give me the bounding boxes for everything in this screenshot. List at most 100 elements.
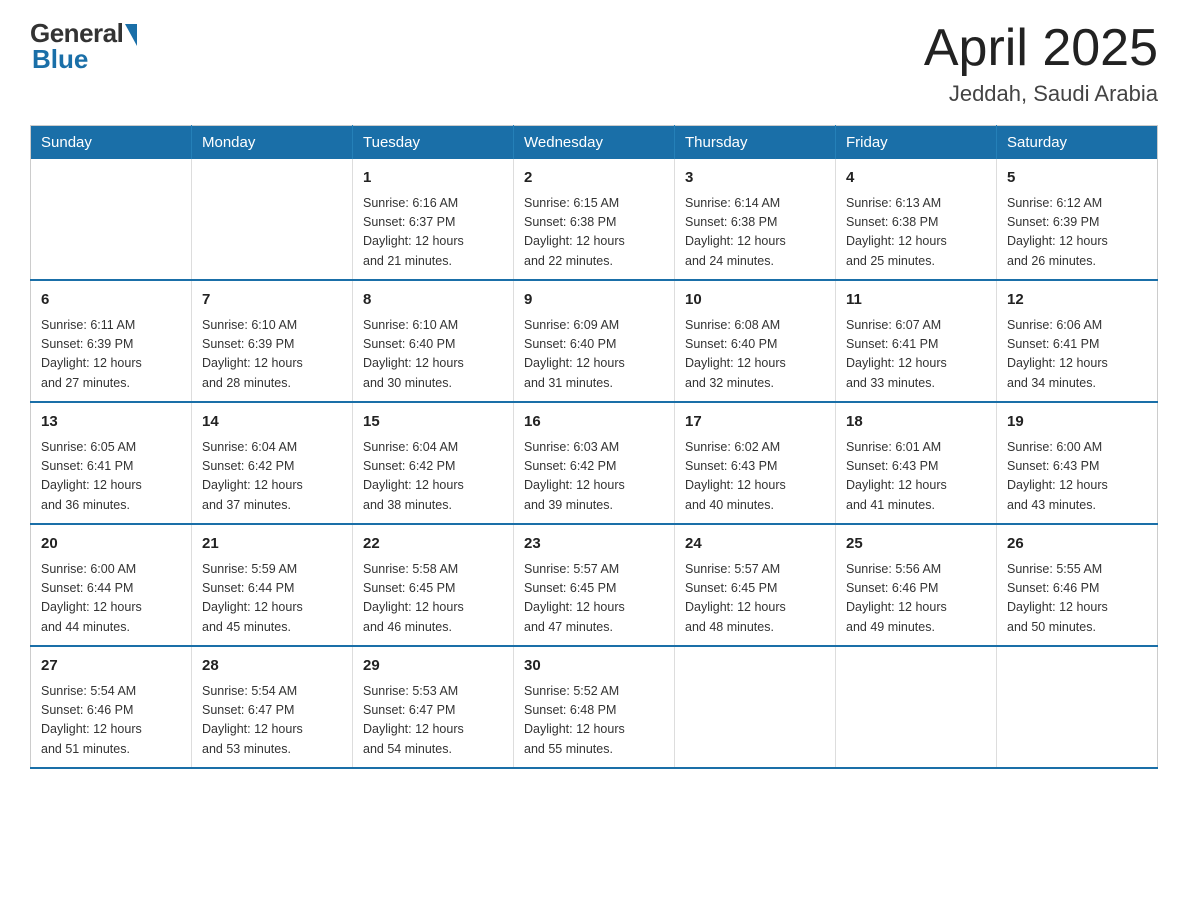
calendar-cell: 11Sunrise: 6:07 AM Sunset: 6:41 PM Dayli…	[836, 280, 997, 402]
day-number: 10	[685, 289, 825, 312]
day-number: 18	[846, 411, 986, 434]
weekday-header-saturday: Saturday	[997, 126, 1158, 160]
day-number: 25	[846, 533, 986, 556]
calendar-cell: 15Sunrise: 6:04 AM Sunset: 6:42 PM Dayli…	[353, 402, 514, 524]
day-info: Sunrise: 6:16 AM Sunset: 6:37 PM Dayligh…	[363, 194, 503, 272]
calendar-week-row: 6 Sunrise: 6:11 AM Sunset: 6:39 PM Daylig…	[31, 280, 1158, 402]
calendar-cell: 2Sunrise: 6:15 AM Sunset: 6:38 PM Daylig…	[514, 159, 675, 280]
calendar-cell: 25 Sunrise: 5:56 AM Sunset: 6:46 PM Dayli…	[836, 524, 997, 646]
day-info: Sunrise: 6:02 AM Sunset: 6:43 PM Dayligh…	[685, 438, 825, 516]
day-info: Sunrise: 6:14 AM Sunset: 6:38 PM Dayligh…	[685, 194, 825, 272]
calendar-cell: 29 Sunrise: 5:53 AM Sunset: 6:47 PM Dayli…	[353, 646, 514, 768]
calendar-cell: 14 Sunrise: 6:04 AM Sunset: 6:42 PM Dayli…	[192, 402, 353, 524]
calendar-cell: 20 Sunrise: 6:00 AM Sunset: 6:44 PM Dayli…	[31, 524, 192, 646]
title-block: April 2025 Jeddah, Saudi Arabia	[924, 20, 1158, 107]
day-info: Sunrise: 6:00 AM Sunset: 6:44 PM Dayligh…	[41, 560, 181, 638]
day-info: Sunrise: 6:09 AM Sunset: 6:40 PM Dayligh…	[524, 316, 664, 394]
day-number: 27	[41, 655, 181, 678]
day-info: Sunrise: 6:15 AM Sunset: 6:38 PM Dayligh…	[524, 194, 664, 272]
day-number: 21	[202, 533, 342, 556]
day-number: 8	[363, 289, 503, 312]
calendar-cell: 19 Sunrise: 6:00 AM Sunset: 6:43 PM Dayli…	[997, 402, 1158, 524]
logo-blue-text: Blue	[32, 44, 88, 74]
day-number: 28	[202, 655, 342, 678]
day-info: Sunrise: 6:12 AM Sunset: 6:39 PM Dayligh…	[1007, 194, 1147, 272]
calendar-cell: 10 Sunrise: 6:08 AM Sunset: 6:40 PM Dayli…	[675, 280, 836, 402]
calendar-cell	[836, 646, 997, 768]
calendar-cell: 13 Sunrise: 6:05 AM Sunset: 6:41 PM Dayli…	[31, 402, 192, 524]
logo-general-text: General	[30, 20, 123, 46]
day-info: Sunrise: 5:52 AM Sunset: 6:48 PM Dayligh…	[524, 682, 664, 760]
calendar-cell: 1 Sunrise: 6:16 AM Sunset: 6:37 PM Daylig…	[353, 159, 514, 280]
calendar-cell: 26 Sunrise: 5:55 AM Sunset: 6:46 PM Dayli…	[997, 524, 1158, 646]
calendar-cell	[31, 159, 192, 280]
day-info: Sunrise: 5:54 AM Sunset: 6:46 PM Dayligh…	[41, 682, 181, 760]
calendar-cell	[997, 646, 1158, 768]
calendar-cell: 9 Sunrise: 6:09 AM Sunset: 6:40 PM Daylig…	[514, 280, 675, 402]
weekday-header-tuesday: Tuesday	[353, 126, 514, 160]
day-number: 22	[363, 533, 503, 556]
page-header: General Blue April 2025 Jeddah, Saudi Ar…	[30, 20, 1158, 107]
day-info: Sunrise: 6:10 AM Sunset: 6:40 PM Dayligh…	[363, 316, 503, 394]
day-number: 16	[524, 411, 664, 434]
calendar-cell: 6 Sunrise: 6:11 AM Sunset: 6:39 PM Daylig…	[31, 280, 192, 402]
day-info: Sunrise: 5:54 AM Sunset: 6:47 PM Dayligh…	[202, 682, 342, 760]
calendar-week-row: 27 Sunrise: 5:54 AM Sunset: 6:46 PM Dayli…	[31, 646, 1158, 768]
day-info: Sunrise: 6:01 AM Sunset: 6:43 PM Dayligh…	[846, 438, 986, 516]
day-number: 13	[41, 411, 181, 434]
logo-triangle-icon	[125, 24, 137, 46]
day-number: 11	[846, 289, 986, 312]
day-number: 3	[685, 167, 825, 190]
calendar-cell: 24Sunrise: 5:57 AM Sunset: 6:45 PM Dayli…	[675, 524, 836, 646]
weekday-header-wednesday: Wednesday	[514, 126, 675, 160]
calendar-cell: 30 Sunrise: 5:52 AM Sunset: 6:48 PM Dayli…	[514, 646, 675, 768]
day-number: 5	[1007, 167, 1147, 190]
day-info: Sunrise: 6:11 AM Sunset: 6:39 PM Dayligh…	[41, 316, 181, 394]
day-number: 9	[524, 289, 664, 312]
day-number: 4	[846, 167, 986, 190]
calendar-cell: 4Sunrise: 6:13 AM Sunset: 6:38 PM Daylig…	[836, 159, 997, 280]
day-number: 14	[202, 411, 342, 434]
day-info: Sunrise: 6:03 AM Sunset: 6:42 PM Dayligh…	[524, 438, 664, 516]
calendar-cell: 12 Sunrise: 6:06 AM Sunset: 6:41 PM Dayli…	[997, 280, 1158, 402]
calendar-cell: 21 Sunrise: 5:59 AM Sunset: 6:44 PM Dayli…	[192, 524, 353, 646]
calendar-location: Jeddah, Saudi Arabia	[924, 81, 1158, 107]
day-info: Sunrise: 5:57 AM Sunset: 6:45 PM Dayligh…	[685, 560, 825, 638]
day-info: Sunrise: 5:58 AM Sunset: 6:45 PM Dayligh…	[363, 560, 503, 638]
calendar-cell: 18 Sunrise: 6:01 AM Sunset: 6:43 PM Dayli…	[836, 402, 997, 524]
day-number: 20	[41, 533, 181, 556]
calendar-week-row: 1 Sunrise: 6:16 AM Sunset: 6:37 PM Daylig…	[31, 159, 1158, 280]
day-info: Sunrise: 6:10 AM Sunset: 6:39 PM Dayligh…	[202, 316, 342, 394]
day-number: 6	[41, 289, 181, 312]
day-info: Sunrise: 6:04 AM Sunset: 6:42 PM Dayligh…	[202, 438, 342, 516]
weekday-header-sunday: Sunday	[31, 126, 192, 160]
day-info: Sunrise: 5:55 AM Sunset: 6:46 PM Dayligh…	[1007, 560, 1147, 638]
day-info: Sunrise: 5:57 AM Sunset: 6:45 PM Dayligh…	[524, 560, 664, 638]
day-number: 1	[363, 167, 503, 190]
day-number: 19	[1007, 411, 1147, 434]
day-info: Sunrise: 6:04 AM Sunset: 6:42 PM Dayligh…	[363, 438, 503, 516]
day-info: Sunrise: 5:59 AM Sunset: 6:44 PM Dayligh…	[202, 560, 342, 638]
day-number: 29	[363, 655, 503, 678]
calendar-cell: 5 Sunrise: 6:12 AM Sunset: 6:39 PM Daylig…	[997, 159, 1158, 280]
calendar-cell: 27 Sunrise: 5:54 AM Sunset: 6:46 PM Dayli…	[31, 646, 192, 768]
calendar-cell: 3 Sunrise: 6:14 AM Sunset: 6:38 PM Daylig…	[675, 159, 836, 280]
weekday-header-monday: Monday	[192, 126, 353, 160]
day-number: 17	[685, 411, 825, 434]
calendar-cell	[192, 159, 353, 280]
calendar-table: SundayMondayTuesdayWednesdayThursdayFrid…	[30, 125, 1158, 769]
calendar-cell: 22 Sunrise: 5:58 AM Sunset: 6:45 PM Dayli…	[353, 524, 514, 646]
day-info: Sunrise: 5:56 AM Sunset: 6:46 PM Dayligh…	[846, 560, 986, 638]
day-info: Sunrise: 6:06 AM Sunset: 6:41 PM Dayligh…	[1007, 316, 1147, 394]
calendar-cell: 16 Sunrise: 6:03 AM Sunset: 6:42 PM Dayli…	[514, 402, 675, 524]
day-number: 12	[1007, 289, 1147, 312]
day-number: 23	[524, 533, 664, 556]
day-info: Sunrise: 6:05 AM Sunset: 6:41 PM Dayligh…	[41, 438, 181, 516]
logo: General Blue	[30, 20, 137, 72]
day-info: Sunrise: 5:53 AM Sunset: 6:47 PM Dayligh…	[363, 682, 503, 760]
calendar-cell: 7Sunrise: 6:10 AM Sunset: 6:39 PM Daylig…	[192, 280, 353, 402]
day-number: 30	[524, 655, 664, 678]
day-info: Sunrise: 6:00 AM Sunset: 6:43 PM Dayligh…	[1007, 438, 1147, 516]
day-number: 26	[1007, 533, 1147, 556]
day-info: Sunrise: 6:08 AM Sunset: 6:40 PM Dayligh…	[685, 316, 825, 394]
